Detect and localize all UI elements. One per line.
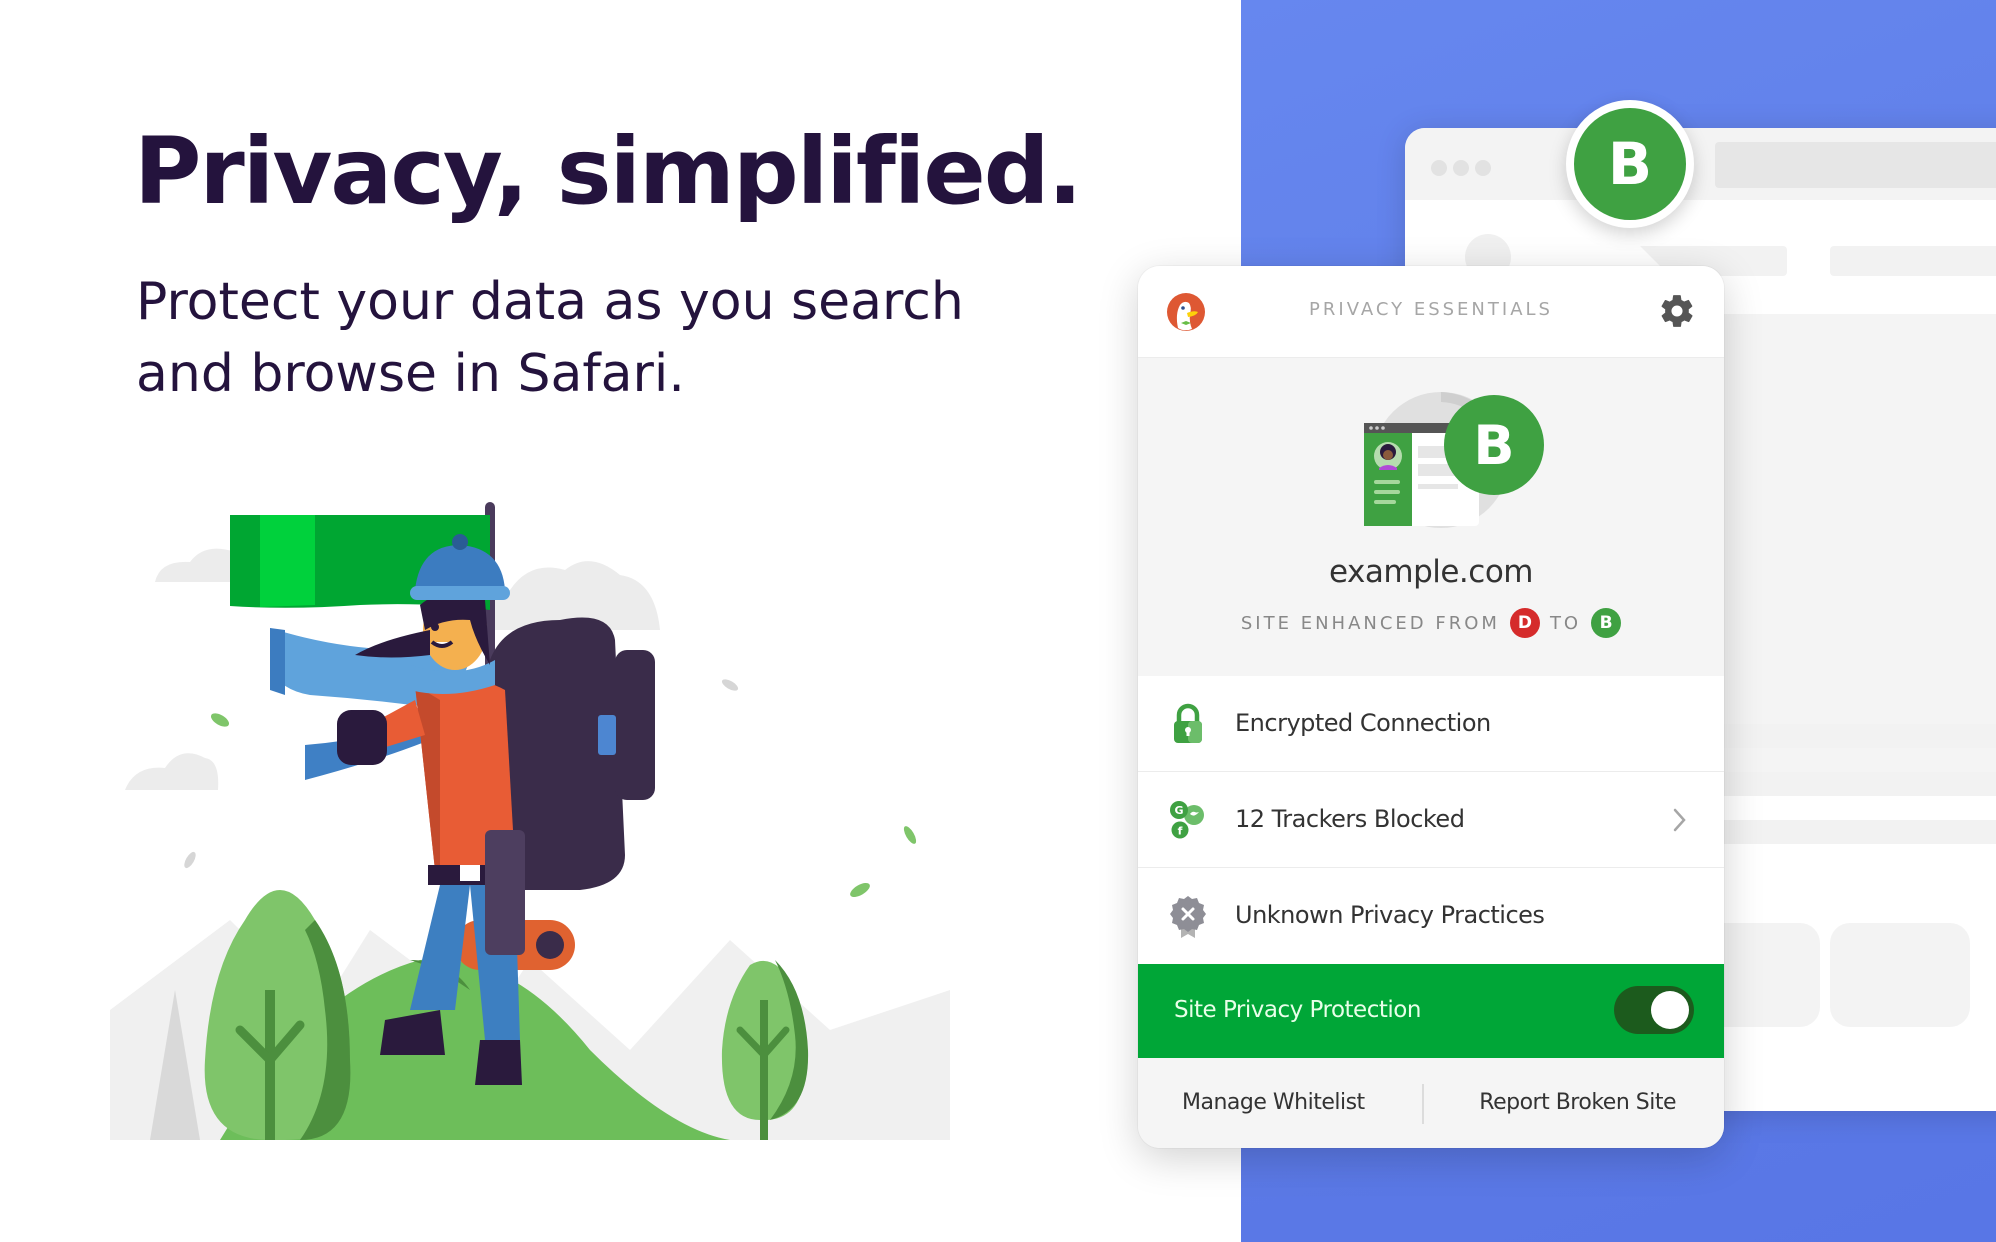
popover-pointer	[1616, 244, 1660, 266]
browser-titlebar	[1405, 128, 1996, 200]
headline: Privacy, simplified.	[134, 118, 1083, 225]
site-domain: example.com	[1329, 554, 1534, 590]
subheadline-line-1: Protect your data as you search	[136, 272, 964, 332]
window-dot	[1453, 160, 1469, 176]
site-privacy-protection: Site Privacy Protection	[1138, 964, 1724, 1058]
subheadline: Protect your data as you search and brow…	[136, 266, 1036, 410]
card-placeholder	[1830, 923, 1970, 1027]
enhanced-to: TO	[1549, 612, 1582, 634]
row-label: 12 Trackers Blocked	[1235, 805, 1465, 833]
privacy-essentials-popup: PRIVACY ESSENTIALS B example.com SITE EN…	[1138, 266, 1724, 1148]
hiker-illustration	[110, 502, 950, 1140]
chevron-right-icon[interactable]	[1672, 806, 1688, 834]
from-grade-badge: D	[1509, 608, 1540, 638]
address-bar	[1715, 142, 1996, 188]
privacy-details-list: Encrypted Connection G f 12 Trackers Blo…	[1138, 676, 1724, 964]
site-summary: B example.com SITE ENHANCED FROM D TO B	[1138, 358, 1724, 676]
footer-divider	[1422, 1084, 1424, 1124]
window-dot	[1431, 160, 1447, 176]
lock-icon	[1174, 703, 1202, 743]
trackers-icon: G f	[1170, 801, 1204, 839]
protection-label: Site Privacy Protection	[1174, 997, 1421, 1023]
popup-header: PRIVACY ESSENTIALS	[1138, 266, 1724, 358]
row-encrypted-connection: Encrypted Connection	[1138, 676, 1724, 772]
subheadline-line-2: and browse in Safari.	[136, 344, 685, 404]
gear-icon[interactable]	[1658, 292, 1696, 330]
privacy-badge-icon	[1170, 896, 1206, 938]
popup-footer: Manage Whitelist Report Broken Site	[1138, 1058, 1724, 1148]
site-grade-illustration: B	[1364, 392, 1544, 528]
popup-title: PRIVACY ESSENTIALS	[1309, 299, 1553, 320]
grade-enhancement: SITE ENHANCED FROM D TO B	[1138, 608, 1724, 638]
nav-placeholder	[1830, 246, 1996, 276]
row-label: Encrypted Connection	[1235, 709, 1491, 737]
toggle-knob	[1651, 991, 1689, 1029]
svg-text:G: G	[1174, 804, 1183, 817]
report-broken-site-button[interactable]: Report Broken Site	[1479, 1090, 1676, 1115]
window-dot	[1475, 160, 1491, 176]
privacy-protection-toggle[interactable]	[1614, 986, 1694, 1034]
row-privacy-practices: Unknown Privacy Practices	[1138, 868, 1724, 964]
grade-letter: B	[1473, 414, 1514, 477]
manage-whitelist-button[interactable]: Manage Whitelist	[1182, 1090, 1365, 1115]
enhanced-prefix: SITE ENHANCED FROM	[1240, 612, 1500, 634]
row-trackers-blocked[interactable]: G f 12 Trackers Blocked	[1138, 772, 1724, 868]
row-label: Unknown Privacy Practices	[1235, 901, 1545, 929]
to-grade-badge: B	[1591, 608, 1622, 638]
svg-text:f: f	[1178, 825, 1183, 838]
toolbar-grade-badge[interactable]: B	[1566, 100, 1694, 228]
